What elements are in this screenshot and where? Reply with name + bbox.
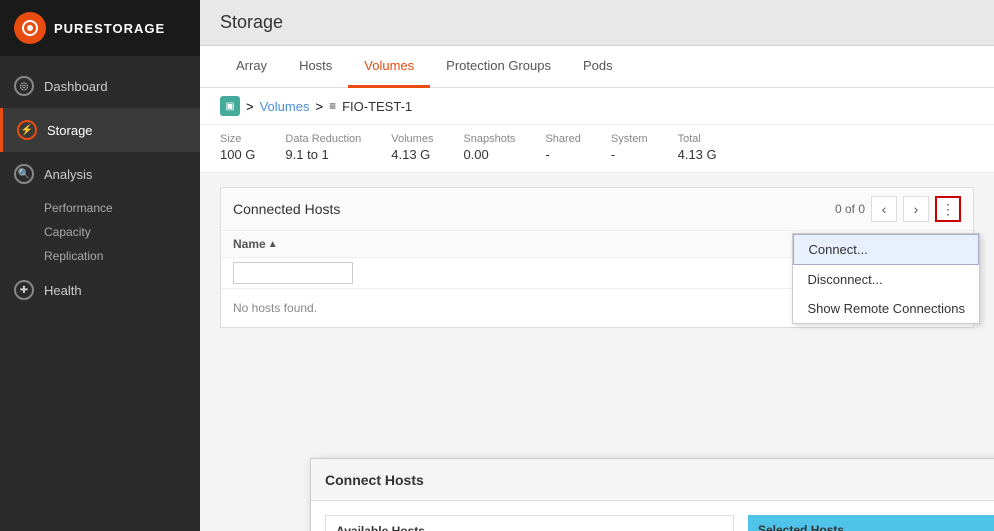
sidebar-item-performance[interactable]: Performance — [44, 196, 200, 220]
logo: PURESTORAGE — [0, 0, 200, 56]
content-area: Connected Hosts 0 of 0 ‹ › ⋮ Name ▲ No h… — [200, 173, 994, 531]
main-content: Storage Array Hosts Volumes Protection G… — [200, 0, 994, 531]
selected-hosts-panel: Selected Hosts 1 selected Clear all RHEL… — [748, 515, 994, 531]
tab-hosts[interactable]: Hosts — [283, 46, 348, 88]
page-info: 0 of 0 — [835, 202, 865, 216]
tab-volumes[interactable]: Volumes — [348, 46, 430, 88]
connected-hosts-title: Connected Hosts — [233, 201, 340, 217]
connected-hosts-header: Connected Hosts 0 of 0 ‹ › ⋮ — [221, 188, 973, 231]
actions-button[interactable]: ⋮ — [935, 196, 961, 222]
next-page-button[interactable]: › — [903, 196, 929, 222]
modal-title: Connect Hosts — [325, 472, 424, 488]
sort-icon: ▲ — [268, 239, 278, 250]
name-column-header: Name — [233, 237, 266, 251]
sub-nav: Performance Capacity Replication — [0, 196, 200, 268]
dashboard-icon: ◎ — [14, 76, 34, 96]
stats-row: Size 100 G Data Reduction 9.1 to 1 Volum… — [200, 125, 994, 173]
breadcrumb-volumes-link[interactable]: Volumes — [260, 99, 310, 114]
sidebar-item-capacity[interactable]: Capacity — [44, 220, 200, 244]
dropdown-connect[interactable]: Connect... — [793, 234, 979, 265]
sidebar-item-label: Health — [44, 283, 82, 298]
sidebar-nav: ◎ Dashboard ⚡ Storage 🔍 Analysis Perform… — [0, 56, 200, 531]
stat-system: System - — [611, 133, 648, 162]
connected-hosts-controls: 0 of 0 ‹ › ⋮ — [835, 196, 961, 222]
stat-size: Size 100 G — [220, 133, 255, 162]
search-input[interactable] — [233, 262, 353, 284]
page-title: Storage — [220, 12, 974, 33]
dropdown-menu: Connect... Disconnect... Show Remote Con… — [792, 233, 980, 324]
sidebar-item-storage[interactable]: ⚡ Storage — [0, 108, 200, 152]
sidebar-item-analysis[interactable]: 🔍 Analysis — [0, 152, 200, 196]
breadcrumb: ▣ > Volumes > ≡ FIO-TEST-1 — [200, 88, 994, 125]
sidebar-item-replication[interactable]: Replication — [44, 244, 200, 268]
available-hosts-panel: Available Hosts 1-9 of 9 ‹ › — [325, 515, 734, 531]
stat-shared: Shared - — [545, 133, 580, 162]
sidebar: PURESTORAGE ◎ Dashboard ⚡ Storage 🔍 Anal… — [0, 0, 200, 531]
modal-header: Connect Hosts × — [311, 459, 994, 501]
dropdown-show-remote[interactable]: Show Remote Connections — [793, 294, 979, 323]
volume-icon: ≡ — [329, 99, 336, 113]
health-icon: ✚ — [14, 280, 34, 300]
sidebar-item-health[interactable]: ✚ Health — [0, 268, 200, 312]
sidebar-item-label: Dashboard — [44, 79, 108, 94]
logo-icon — [14, 12, 46, 44]
prev-page-button[interactable]: ‹ — [871, 196, 897, 222]
stat-data-reduction: Data Reduction 9.1 to 1 — [285, 133, 361, 162]
selected-hosts-title: Selected Hosts — [748, 515, 994, 531]
breadcrumb-current: FIO-TEST-1 — [342, 99, 412, 114]
analysis-icon: 🔍 — [14, 164, 34, 184]
tab-protection-groups[interactable]: Protection Groups — [430, 46, 567, 88]
sidebar-item-dashboard[interactable]: ◎ Dashboard — [0, 64, 200, 108]
storage-icon: ⚡ — [17, 120, 37, 140]
available-hosts-title: Available Hosts — [326, 516, 733, 531]
breadcrumb-sep: > — [246, 99, 254, 114]
stat-snapshots: Snapshots 0.00 — [463, 133, 515, 162]
breadcrumb-sep2: > — [315, 99, 323, 114]
stat-volumes: Volumes 4.13 G — [391, 133, 433, 162]
logo-text: PURESTORAGE — [54, 21, 165, 36]
tab-pods[interactable]: Pods — [567, 46, 629, 88]
storage-breadcrumb-icon: ▣ — [220, 96, 240, 116]
tab-bar: Array Hosts Volumes Protection Groups Po… — [200, 46, 994, 88]
tab-array[interactable]: Array — [220, 46, 283, 88]
main-header: Storage — [200, 0, 994, 46]
stat-total: Total 4.13 G — [678, 133, 717, 162]
sidebar-item-label: Storage — [47, 123, 93, 138]
modal-body: Available Hosts 1-9 of 9 ‹ › — [311, 501, 994, 531]
connect-hosts-modal: Connect Hosts × Available Hosts — [310, 458, 994, 531]
sidebar-item-label: Analysis — [44, 167, 92, 182]
dropdown-disconnect[interactable]: Disconnect... — [793, 265, 979, 294]
